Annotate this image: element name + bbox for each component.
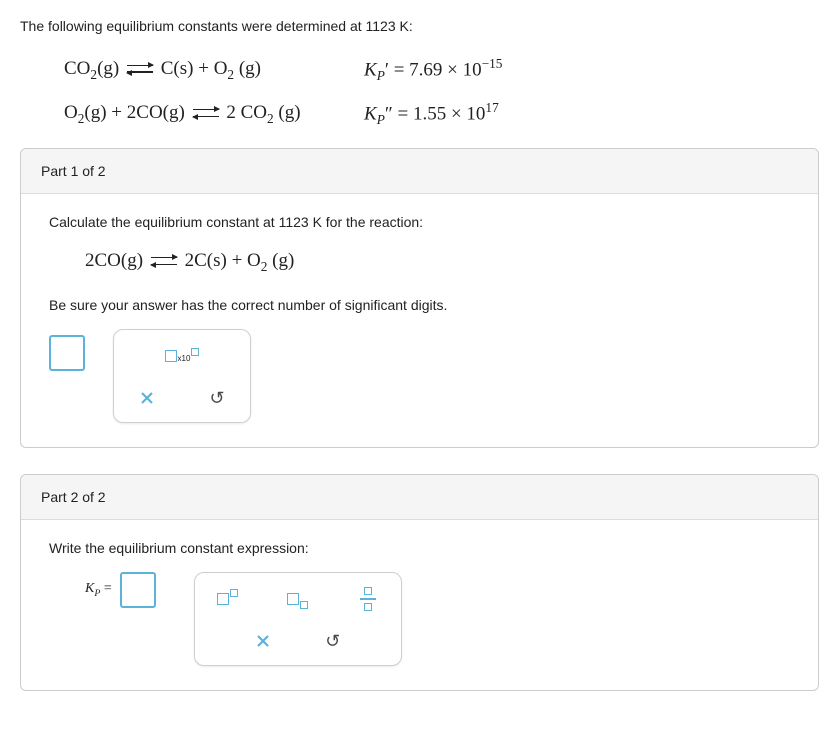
given-equations: CO2(g) C(s) + O2 (g) KP′ = 7.69 × 10−15 … bbox=[20, 48, 819, 148]
part-1-header: Part 1 of 2 bbox=[21, 149, 818, 194]
superscript-tool[interactable] bbox=[207, 583, 249, 615]
kp-expression: KP = bbox=[49, 572, 156, 608]
sig-fig-note: Be sure your answer has the correct numb… bbox=[49, 297, 790, 313]
subscript-tool[interactable] bbox=[277, 583, 319, 615]
kp-1: KP′ = 7.69 × 10−15 bbox=[364, 56, 819, 84]
expression-input[interactable] bbox=[120, 572, 156, 608]
reset-button[interactable]: ↺ bbox=[312, 625, 354, 657]
answer-input[interactable] bbox=[49, 335, 85, 371]
part-1-prompt: Calculate the equilibrium constant at 11… bbox=[49, 214, 790, 230]
clear-button[interactable] bbox=[126, 382, 168, 414]
equilibrium-arrows-icon bbox=[151, 254, 177, 268]
kp-2: KP″ = 1.55 × 1017 bbox=[364, 100, 819, 128]
clear-button[interactable] bbox=[242, 625, 284, 657]
reset-button[interactable]: ↺ bbox=[196, 382, 238, 414]
intro-text: The following equilibrium constants were… bbox=[20, 18, 819, 34]
part-1-card: Part 1 of 2 Calculate the equilibrium co… bbox=[20, 148, 819, 448]
part-2-prompt: Write the equilibrium constant expressio… bbox=[49, 540, 790, 556]
fraction-tool[interactable] bbox=[347, 583, 389, 615]
tool-palette-2: ↺ bbox=[194, 572, 402, 666]
tool-palette-1: x10 ↺ bbox=[113, 329, 251, 423]
part-2-card: Part 2 of 2 Write the equilibrium consta… bbox=[20, 474, 819, 691]
equilibrium-arrows-icon bbox=[193, 106, 219, 120]
sci-notation-tool[interactable]: x10 bbox=[161, 340, 203, 372]
part-1-equation: 2CO(g) 2C(s) + O2 (g) bbox=[49, 246, 790, 287]
equilibrium-arrows-icon bbox=[127, 62, 153, 76]
equation-2: O2(g) + 2CO(g) 2 CO2 (g) bbox=[64, 102, 364, 127]
part-2-header: Part 2 of 2 bbox=[21, 475, 818, 520]
equation-1: CO2(g) C(s) + O2 (g) bbox=[64, 58, 364, 83]
